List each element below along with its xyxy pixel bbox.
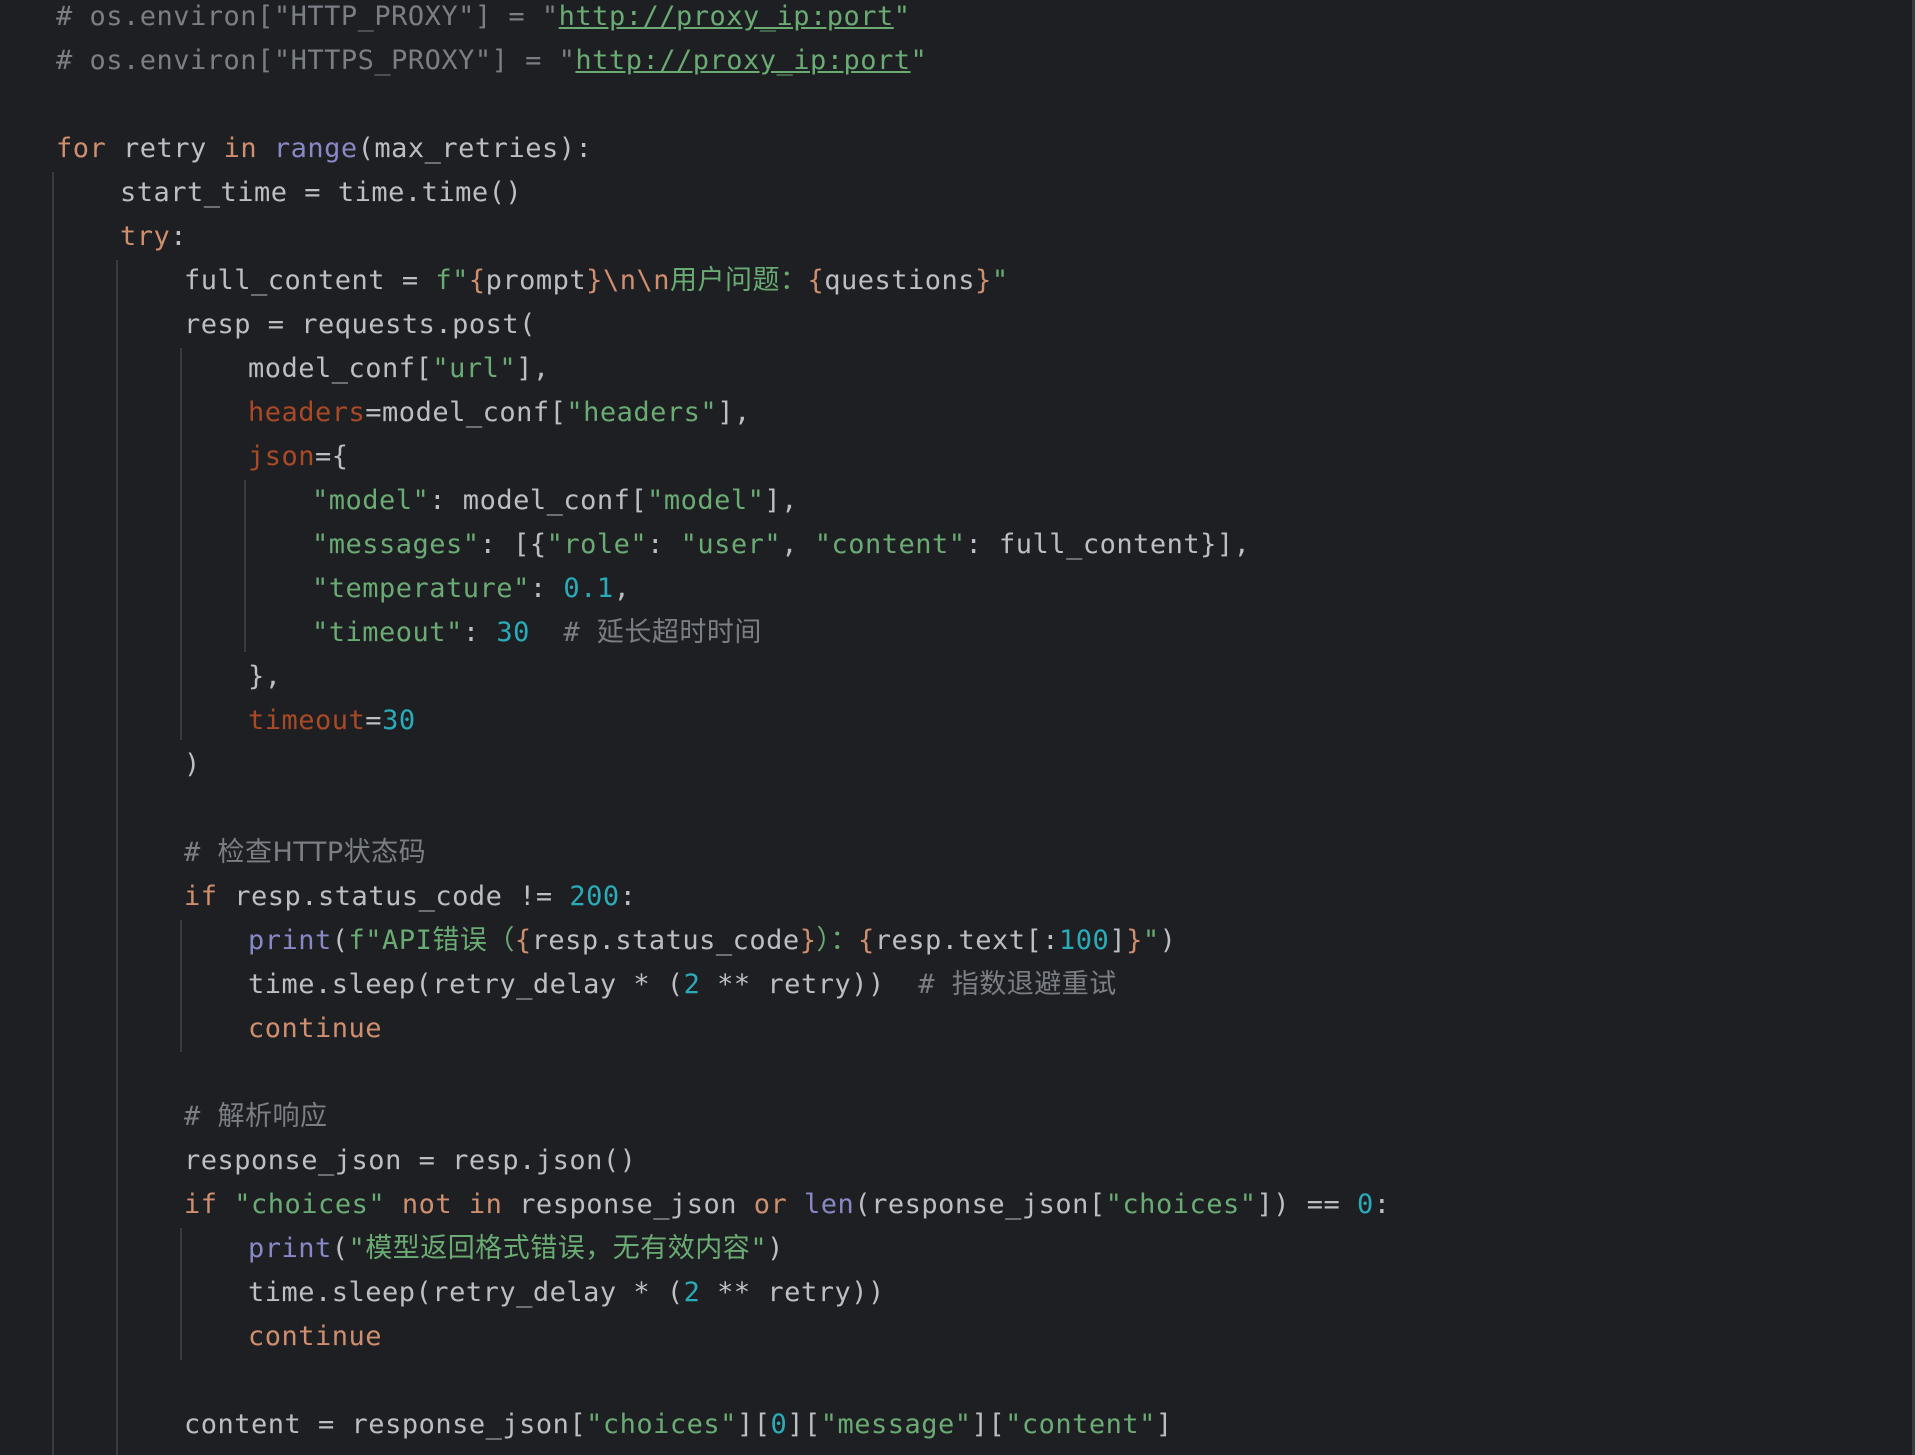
code-line-24[interactable]: continue: [248, 1007, 382, 1051]
code-line-9[interactable]: model_conf["url"],: [248, 347, 550, 391]
code-line-5[interactable]: start_time = time.time(): [120, 171, 522, 215]
code-line-14[interactable]: "temperature": 0.1,: [312, 567, 630, 611]
code-line-15[interactable]: "timeout": 30 # 延长超时时间: [312, 611, 762, 655]
indent-guide-post-args: [180, 348, 182, 740]
proxy-url-link[interactable]: http://proxy_ip:port: [559, 1, 894, 32]
code-editor[interactable]: # os.environ["HTTP_PROXY"] = "http://pro…: [0, 0, 1915, 1455]
code-line-27[interactable]: response_json = resp.json(): [184, 1139, 636, 1183]
indent-guide-if-status: [180, 920, 182, 1052]
code-line-26[interactable]: # 解析响应: [184, 1095, 328, 1139]
proxy-url-link[interactable]: http://proxy_ip:port: [575, 45, 910, 76]
code-line-17[interactable]: timeout=30: [248, 699, 416, 743]
code-line-33[interactable]: content = response_json["choices"][0]["m…: [184, 1403, 1173, 1447]
code-line-31[interactable]: continue: [248, 1315, 382, 1359]
indent-guide-for: [52, 172, 54, 1455]
code-line-13[interactable]: "messages": [{"role": "user", "content":…: [312, 523, 1250, 567]
code-line-6[interactable]: try:: [120, 215, 187, 259]
code-line-11[interactable]: json={: [248, 435, 349, 479]
code-line-20[interactable]: # 检查HTTP状态码: [184, 831, 426, 875]
code-line-21[interactable]: if resp.status_code != 200:: [184, 875, 636, 919]
code-line-10[interactable]: headers=model_conf["headers"],: [248, 391, 751, 435]
code-line-28[interactable]: if "choices" not in response_json or len…: [184, 1183, 1391, 1227]
code-line-22[interactable]: print(f"API错误（{resp.status_code}）：{resp.…: [248, 919, 1176, 963]
code-line-23[interactable]: time.sleep(retry_delay * (2 ** retry)) #…: [248, 963, 1117, 1007]
code-line-2[interactable]: # os.environ["HTTPS_PROXY"] = "http://pr…: [56, 39, 927, 83]
code-line-30[interactable]: time.sleep(retry_delay * (2 ** retry)): [248, 1271, 885, 1315]
code-line-12[interactable]: "model": model_conf["model"],: [312, 479, 798, 523]
code-line-8[interactable]: resp = requests.post(: [184, 303, 536, 347]
code-line-18[interactable]: ): [184, 743, 201, 787]
indent-guide-json-dict: [244, 480, 246, 652]
code-line-1[interactable]: # os.environ["HTTP_PROXY"] = "http://pro…: [56, 0, 911, 39]
code-line-16[interactable]: },: [248, 655, 282, 699]
code-line-7[interactable]: full_content = f"{prompt}\n\n用户问题：{quest…: [184, 259, 1009, 303]
code-line-4[interactable]: for retry in range(max_retries):: [56, 127, 592, 171]
code-line-29[interactable]: print("模型返回格式错误，无有效内容"): [248, 1227, 784, 1271]
indent-guide-try: [116, 260, 118, 1455]
indent-guide-if-choices: [180, 1228, 182, 1360]
